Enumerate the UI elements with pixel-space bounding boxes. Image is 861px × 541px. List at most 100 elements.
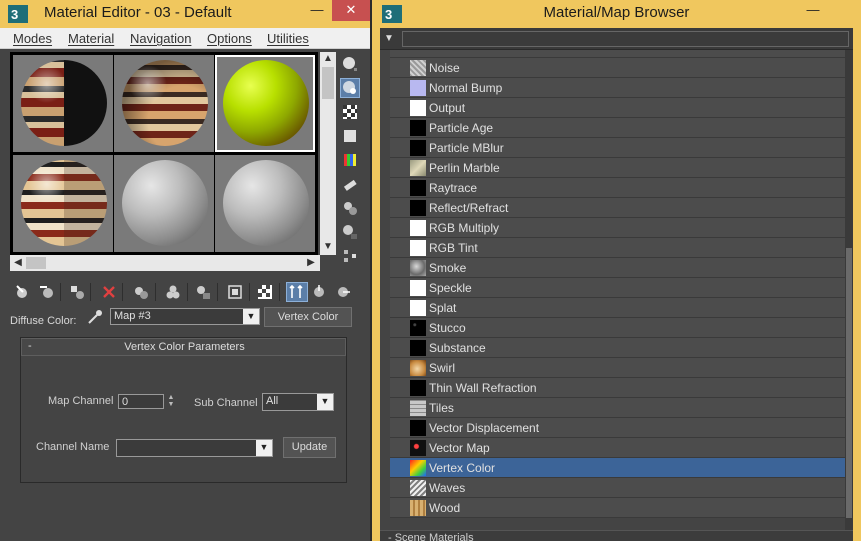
get-material-icon[interactable] bbox=[14, 283, 32, 301]
spinner-arrows-icon[interactable]: ▲ ▼ bbox=[165, 394, 177, 410]
scrollbar-thumb[interactable] bbox=[846, 248, 852, 518]
scroll-up-icon[interactable]: ▲ bbox=[321, 52, 335, 66]
list-item[interactable]: Speckle bbox=[390, 278, 845, 298]
search-input[interactable] bbox=[402, 31, 849, 47]
make-material-copy-icon[interactable] bbox=[132, 283, 150, 301]
list-item-label: Thin Wall Refraction bbox=[429, 381, 537, 395]
put-material-to-scene-icon[interactable] bbox=[38, 283, 56, 301]
list-item[interactable]: Particle MBlur bbox=[390, 138, 845, 158]
scrollbar-thumb[interactable] bbox=[322, 67, 334, 99]
list-item-label: Tiles bbox=[429, 401, 454, 415]
menu-material[interactable]: Material bbox=[68, 31, 114, 46]
scroll-right-icon[interactable]: ▶ bbox=[304, 256, 318, 270]
rollout-title: Vertex Color Parameters bbox=[124, 341, 245, 353]
menu-navigation[interactable]: Navigation bbox=[130, 31, 191, 46]
sub-channel-combo[interactable]: All ▼ bbox=[262, 393, 334, 411]
list-item[interactable]: Stucco bbox=[390, 318, 845, 338]
list-item[interactable]: Noise bbox=[390, 58, 845, 78]
sample-slot-1[interactable] bbox=[13, 55, 113, 152]
sample-slot-2[interactable] bbox=[114, 55, 214, 152]
list-item[interactable] bbox=[390, 50, 845, 58]
material-editor-titlebar[interactable]: 3 Material Editor - 03 - Default — ✕ bbox=[0, 0, 370, 28]
close-button[interactable]: ✕ bbox=[332, 0, 370, 21]
list-item-selected[interactable]: Vertex Color bbox=[390, 458, 845, 478]
video-color-check-icon[interactable] bbox=[341, 151, 359, 169]
select-by-material-icon[interactable] bbox=[341, 223, 359, 241]
map-list-scrollbar[interactable] bbox=[845, 50, 853, 530]
list-item[interactable]: Splat bbox=[390, 298, 845, 318]
show-end-result-icon[interactable] bbox=[286, 282, 308, 302]
list-item[interactable]: Normal Bump bbox=[390, 78, 845, 98]
list-item-label: Vector Displacement bbox=[429, 421, 540, 435]
minimize-button[interactable]: — bbox=[302, 0, 332, 21]
list-item[interactable]: Perlin Marble bbox=[390, 158, 845, 178]
list-item[interactable]: Tiles bbox=[390, 398, 845, 418]
list-item[interactable]: Waves bbox=[390, 478, 845, 498]
list-item[interactable]: Vector Displacement bbox=[390, 418, 845, 438]
sample-slots-horizontal-scrollbar[interactable]: ◀ ▶ bbox=[10, 255, 320, 271]
list-item-label: Particle Age bbox=[429, 121, 494, 135]
list-item[interactable]: Raytrace bbox=[390, 178, 845, 198]
list-item-label: RGB Multiply bbox=[429, 221, 500, 235]
list-item[interactable]: Smoke bbox=[390, 258, 845, 278]
white-swatch-icon bbox=[410, 280, 426, 296]
browser-titlebar[interactable]: 3 Material/Map Browser — bbox=[372, 0, 861, 28]
scroll-down-icon[interactable]: ▼ bbox=[321, 240, 335, 254]
white-swatch-icon bbox=[410, 220, 426, 236]
scene-materials-group[interactable]: - Scene Materials bbox=[380, 530, 853, 541]
minimize-button[interactable]: — bbox=[798, 0, 828, 21]
chevron-down-icon[interactable]: ▼ bbox=[243, 309, 259, 324]
list-item[interactable]: Wood bbox=[390, 498, 845, 518]
list-item[interactable]: Reflect/Refract bbox=[390, 198, 845, 218]
menu-options[interactable]: Options bbox=[207, 31, 252, 46]
show-shaded-material-icon[interactable] bbox=[256, 283, 274, 301]
material-navigator-icon[interactable] bbox=[341, 247, 359, 265]
make-unique-icon[interactable] bbox=[164, 283, 182, 301]
sample-slots-vertical-scrollbar[interactable]: ▲ ▼ bbox=[320, 52, 336, 255]
sample-slot-4[interactable] bbox=[13, 155, 113, 252]
update-button[interactable]: Update bbox=[283, 437, 336, 458]
list-item[interactable]: Output bbox=[390, 98, 845, 118]
list-item[interactable]: RGB Multiply bbox=[390, 218, 845, 238]
list-item[interactable]: Swirl bbox=[390, 358, 845, 378]
menu-modes[interactable]: Modes bbox=[13, 31, 52, 46]
scrollbar-thumb[interactable] bbox=[26, 257, 46, 269]
material-options-icon[interactable] bbox=[341, 199, 359, 217]
background-checker-icon[interactable] bbox=[341, 103, 359, 121]
browser-options-icon[interactable]: ▼ bbox=[384, 33, 396, 45]
sample-uv-tiling-icon[interactable] bbox=[341, 127, 359, 145]
sample-slot-5[interactable] bbox=[114, 155, 214, 252]
white-swatch-icon bbox=[410, 240, 426, 256]
eyedropper-icon[interactable] bbox=[86, 308, 104, 326]
go-forward-to-sibling-icon[interactable] bbox=[334, 283, 352, 301]
backlight-icon[interactable] bbox=[340, 78, 360, 98]
chevron-down-icon[interactable]: ▼ bbox=[256, 440, 272, 456]
list-item[interactable]: Vector Map bbox=[390, 438, 845, 458]
sample-type-icon[interactable] bbox=[341, 55, 359, 73]
vertex-color-button[interactable]: Vertex Color bbox=[264, 307, 352, 327]
list-item[interactable]: Substance bbox=[390, 338, 845, 358]
black-swatch-icon bbox=[410, 200, 426, 216]
menu-utilities[interactable]: Utilities bbox=[267, 31, 309, 46]
rollout-header[interactable]: - Vertex Color Parameters bbox=[21, 338, 346, 356]
chevron-down-icon[interactable]: ▼ bbox=[317, 394, 333, 410]
assign-material-to-selection-icon[interactable] bbox=[68, 283, 86, 301]
list-item[interactable]: Particle Age bbox=[390, 118, 845, 138]
scroll-left-icon[interactable]: ◀ bbox=[11, 256, 25, 270]
put-to-library-icon[interactable] bbox=[194, 283, 212, 301]
sample-slot-6[interactable] bbox=[215, 155, 315, 252]
go-to-parent-icon[interactable] bbox=[310, 283, 328, 301]
noise-swatch-icon bbox=[410, 60, 426, 76]
sample-slot-3-selected[interactable] bbox=[215, 55, 315, 152]
make-preview-icon[interactable] bbox=[341, 175, 359, 193]
toolbar-separator bbox=[279, 283, 280, 301]
material-id-channel-icon[interactable] bbox=[226, 283, 244, 301]
delete-icon[interactable] bbox=[100, 283, 118, 301]
map-channel-spinner[interactable]: 0 ▲ ▼ bbox=[118, 394, 174, 409]
list-item[interactable]: RGB Tint bbox=[390, 238, 845, 258]
material-map-browser-window: 3 Material/Map Browser — ▼ Noise Normal B… bbox=[372, 0, 861, 541]
channel-name-combo[interactable]: ▼ bbox=[116, 439, 273, 457]
list-item[interactable]: Thin Wall Refraction bbox=[390, 378, 845, 398]
map-name-combo[interactable]: Map #3 ▼ bbox=[110, 308, 260, 325]
material-editor-window: 3 Material Editor - 03 - Default — ✕ Mod… bbox=[0, 0, 370, 541]
